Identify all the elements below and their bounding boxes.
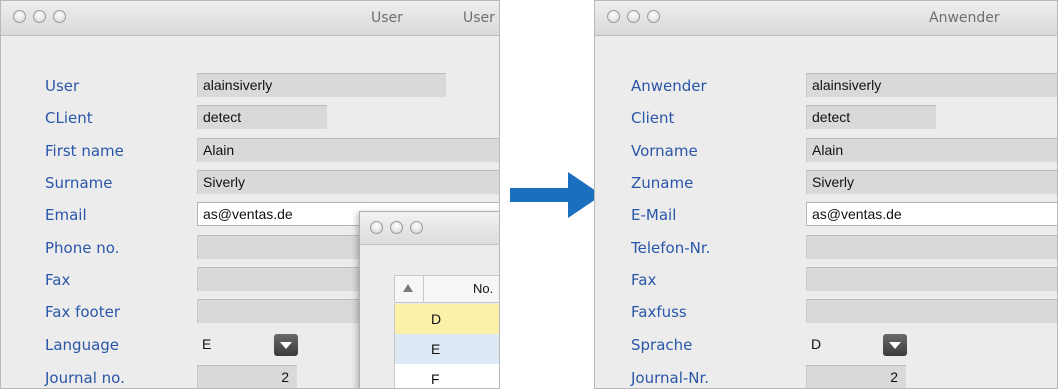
first-name-field[interactable]: Alain [806,138,1057,162]
window-titlebar[interactable]: User User [1,1,499,36]
column-header-no[interactable]: No. [473,281,493,296]
label-client: CLient [45,109,93,127]
window-title-partial: User [463,10,495,26]
fax-footer-field[interactable] [806,299,1057,323]
label-fax-footer: Fax footer [45,303,120,321]
close-window-icon[interactable] [13,10,26,23]
user-window-german: Anwender Anwender alainsiverly Client de… [594,0,1058,389]
label-vorname: Vorname [631,142,698,160]
user-field[interactable]: alainsiverly [806,73,1057,97]
label-fax: Fax [631,271,657,289]
list-item[interactable]: D [394,304,499,334]
label-language: Language [45,336,120,354]
label-journal-nr: Journal-Nr. [631,369,710,387]
popup-titlebar[interactable] [360,212,499,245]
user-window-english: User User User alainsiverly CLient detec… [0,0,500,389]
zoom-window-icon[interactable] [647,10,660,23]
zoom-window-icon[interactable] [53,10,66,23]
label-journal-no: Journal no. [45,369,125,387]
label-phone: Phone no. [45,239,120,257]
surname-field[interactable]: Siverly [197,170,499,194]
label-first-name: First name [45,142,124,160]
language-select-value[interactable]: D [806,333,876,357]
popup-minimize-icon[interactable] [390,221,403,234]
journal-no-field[interactable]: 2 [806,365,906,388]
label-sprache: Sprache [631,336,693,354]
label-telefon: Telefon-Nr. [631,239,711,257]
label-client: Client [631,109,675,127]
email-field[interactable]: as@ventas.de [806,202,1057,226]
label-anwender: Anwender [631,77,707,95]
list-item[interactable]: F [394,364,499,388]
user-field[interactable]: alainsiverly [197,73,446,97]
popup-zoom-icon[interactable] [410,221,423,234]
list-item[interactable]: E [394,334,499,364]
label-faxfuss: Faxfuss [631,303,687,321]
minimize-window-icon[interactable] [627,10,640,23]
window-title: User [371,10,403,26]
label-surname: Surname [45,174,113,192]
label-email: E-Mail [631,206,677,224]
sort-ascending-icon[interactable] [395,276,424,302]
window-titlebar[interactable]: Anwender [595,1,1057,36]
first-name-field[interactable]: Alain [197,138,499,162]
popup-table-header: No. [394,275,499,303]
phone-field[interactable] [806,235,1057,259]
surname-field[interactable]: Siverly [806,170,1057,194]
language-select-value[interactable]: E [197,333,267,357]
arrow-right-icon [510,172,602,218]
chevron-down-icon[interactable] [883,334,907,356]
client-field[interactable]: detect [806,105,936,129]
close-window-icon[interactable] [607,10,620,23]
chevron-down-icon[interactable] [274,334,298,356]
label-email: Email [45,206,87,224]
window-title: Anwender [929,10,1000,26]
label-fax: Fax [45,271,71,289]
client-field[interactable]: detect [197,105,327,129]
fax-field[interactable] [806,267,1057,291]
journal-no-field[interactable]: 2 [197,365,297,388]
label-zuname: Zuname [631,174,694,192]
popup-close-icon[interactable] [370,221,383,234]
minimize-window-icon[interactable] [33,10,46,23]
label-user: User [45,77,80,95]
